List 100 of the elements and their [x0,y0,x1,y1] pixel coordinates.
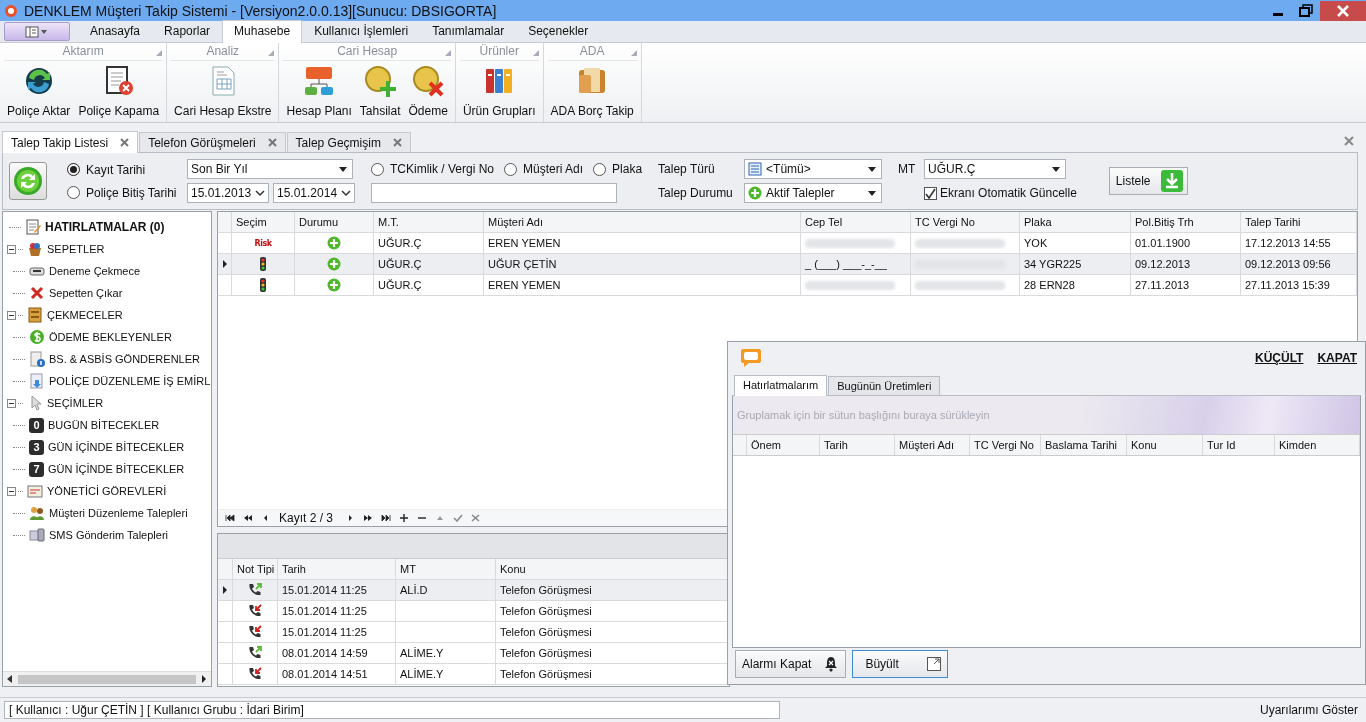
tree-item[interactable]: GÜN İÇİNDE BİTECEKLER [48,463,185,475]
cabinet-icon [27,307,43,323]
column-header[interactable]: TC Vergi No [970,435,1041,455]
application-menu-button[interactable] [4,22,70,41]
tree-item[interactable]: Müşteri Düzenleme Talepleri [49,507,188,519]
radio-label[interactable]: Plaka [612,162,643,176]
radio-button[interactable] [504,162,518,176]
list-button[interactable]: Listele [1108,167,1188,195]
popup-button[interactable]: Büyült [852,650,949,678]
tree-item[interactable]: YÖNETİCİ GÖREVLERİ [47,485,167,497]
document-tab[interactable]: Talep Geçmişim [286,132,411,152]
tree-item[interactable]: BS. & ASBİS GÖNDERENLER [49,353,200,365]
column-header[interactable]: Tur Id [1203,435,1275,455]
collapse-toggle[interactable] [7,244,16,254]
header-link[interactable]: KAPAT [1317,351,1357,365]
radio-label[interactable]: Kayıt Tarihi [86,162,146,177]
alerts-link[interactable]: Uyarılarımı Göster [1260,703,1358,717]
field-label: MT [898,161,917,178]
radio-button[interactable] [67,186,80,199]
column-header[interactable]: Kimden [1275,435,1360,455]
column-header[interactable]: Durumu [295,212,374,232]
ribbon-tab[interactable]: Tanımlamalar [420,20,517,42]
tree-item[interactable]: Deneme Çekmece [49,265,141,277]
ribbon-group-title: Analiz [206,44,240,58]
ribbon-button[interactable]: Cari Hesap Ekstre [171,61,275,122]
tree-item[interactable]: BUGÜN BİTECEKLER [48,419,160,431]
column-header[interactable]: Müşteri Adı [484,212,801,232]
column-header[interactable]: Tarih [820,435,895,455]
column-header[interactable]: Baslama Tarihi [1041,435,1127,455]
ribbon-button[interactable]: Hesap Planı [283,61,355,122]
mt-dropdown[interactable]: UĞUR.Ç [924,159,1067,179]
tree-item[interactable]: POLİÇE DÜZENLEME İŞ EMİRL [49,375,211,387]
tree-item[interactable]: HATIRLATMALAR (0) [45,220,165,234]
column-header[interactable]: Müşteri Adı [895,435,970,455]
popup-tab[interactable]: Bugünün Üretimleri [828,376,941,395]
document-tab[interactable]: Talep Takip Listesi [2,131,139,153]
tree-item[interactable]: Sepetten Çıkar [49,287,123,299]
ribbon-tab[interactable]: Seçenekler [516,20,601,42]
column-header[interactable]: MT [396,559,496,579]
field-label: Talep Türü [658,161,716,178]
coin-icon [29,329,45,345]
radio-button[interactable] [593,162,607,176]
ribbon-button[interactable]: Poliçe Aktar [4,61,74,122]
column-header[interactable]: M.T. [374,212,484,232]
chevron-down-icon [341,189,352,197]
tree-item[interactable]: ÖDEME BEKLEYENLER [49,331,172,343]
ribbon-button[interactable]: Ödeme [405,61,451,122]
tree-item[interactable]: ÇEKMECELER [47,309,123,321]
collapse-toggle[interactable] [7,398,16,408]
radio-label[interactable]: TCKimlik / Vergi No [390,162,495,176]
column-header[interactable]: Pol.Bitiş Trh [1131,212,1241,232]
date-field[interactable]: 15.01.2013 [187,183,269,203]
phone-incoming-icon [247,666,263,682]
document-tab[interactable]: Telefon Görüşmeleri [139,132,286,152]
ribbon-button[interactable]: Ürün Grupları [459,61,539,122]
tree-item[interactable]: SEÇİMLER [47,397,104,409]
tree-item[interactable]: SMS Gönderim Talepleri [49,529,168,541]
radio-label[interactable]: Müşteri Adı [523,162,584,176]
refresh-button[interactable] [9,162,47,200]
checkbox[interactable]: Ekranı Otomatik Güncelle [924,183,1077,203]
close-icon[interactable] [1320,0,1366,21]
ribbon-tab[interactable]: Muhasebe [222,20,303,43]
traffic-light-icon [258,278,268,292]
basket-icon [27,241,43,257]
ribbon-tab[interactable]: Raporlar [152,20,223,42]
close-icon[interactable] [1344,136,1354,146]
column-header[interactable]: Konu [1127,435,1203,455]
header-link[interactable]: KÜÇÜLT [1255,351,1304,365]
ribbon-tab[interactable]: Anasayfa [78,20,153,42]
column-header[interactable]: Tarih [278,559,396,579]
close-icon[interactable] [267,138,277,147]
request-type-dropdown[interactable]: <Tümü> [744,159,883,179]
column-header[interactable]: Not Tipi [233,559,278,579]
close-icon[interactable] [392,138,402,147]
radio-button[interactable] [371,162,384,176]
column-header[interactable]: Önem [747,435,820,455]
column-header[interactable]: TC Vergi No [911,212,1020,232]
radio-label[interactable]: Poliçe Bitiş Tarihi [86,185,177,200]
search-field[interactable] [371,182,617,203]
close-icon[interactable] [120,138,130,147]
tree-item[interactable]: SEPETLER [47,243,105,255]
column-header[interactable]: Seçim [232,212,295,232]
column-header[interactable]: Cep Tel [801,212,911,232]
collapse-toggle[interactable] [7,486,16,496]
tree-item[interactable]: GÜN İÇİNDE BİTECEKLER [48,441,185,453]
column-header[interactable]: Talep Tarihi [1241,212,1357,232]
period-dropdown[interactable]: Son Bir Yıl [187,159,353,179]
popup-button[interactable]: Alarmı Kapat [735,650,847,678]
ribbon-button[interactable]: Tahsilat [356,61,404,122]
popup-tab[interactable]: Hatırlatmalarım [734,375,828,396]
horizontal-scrollbar[interactable] [3,671,211,686]
ribbon-tab[interactable]: Kullanıcı İşlemleri [302,20,421,42]
ribbon-button[interactable]: ADA Borç Takip [547,61,637,122]
ribbon-button[interactable]: Poliçe Kapama [75,61,163,122]
collapse-toggle[interactable] [7,310,16,320]
people-icon [29,505,45,521]
column-header[interactable]: Plaka [1020,212,1131,232]
date-field[interactable]: 15.01.2014 [273,183,355,203]
request-status-dropdown[interactable]: Aktif Talepler [744,183,883,203]
radio-button[interactable] [67,163,80,176]
